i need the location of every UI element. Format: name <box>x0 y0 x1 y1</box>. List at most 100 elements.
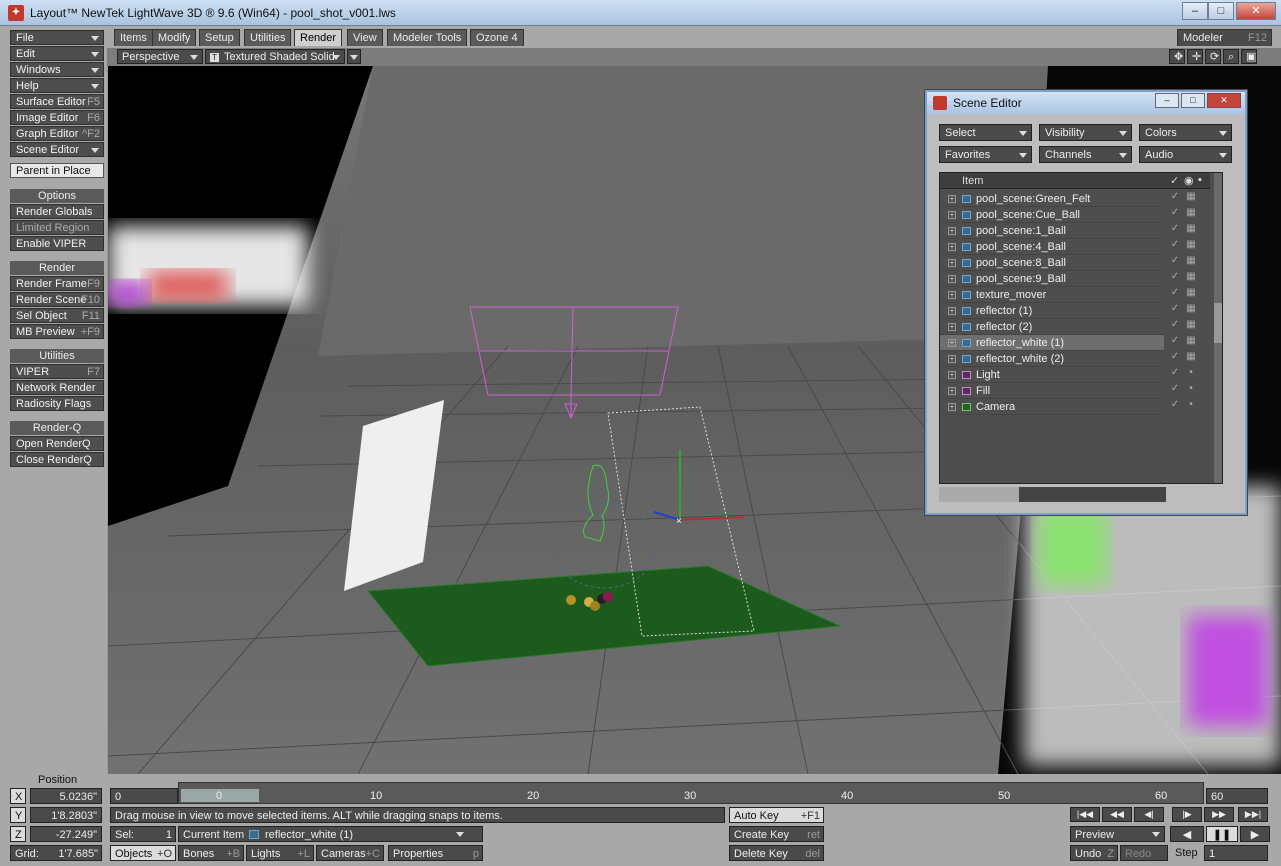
expand-icon[interactable]: + <box>948 355 956 363</box>
expand-icon[interactable]: + <box>948 243 956 251</box>
visible-check-icon[interactable]: ✓ <box>1168 287 1182 302</box>
network-render-button[interactable]: Network Render <box>10 380 104 395</box>
radiosity-flags-button[interactable]: Radiosity Flags <box>10 396 104 411</box>
viper-button[interactable]: VIPER F7 <box>10 364 104 379</box>
render-globals-button[interactable]: Render Globals <box>10 204 104 219</box>
minimize-button[interactable]: – <box>1155 93 1179 108</box>
surface-editor-button[interactable]: Surface Editor F5 <box>10 94 104 109</box>
tab-setup[interactable]: Setup <box>199 29 240 46</box>
z-position-field[interactable]: -27.249" <box>30 826 102 842</box>
list-item[interactable]: + reflector (2) <box>940 319 1164 335</box>
expand-icon[interactable]: + <box>948 307 956 315</box>
expand-icon[interactable]: + <box>948 339 956 347</box>
favorites-dropdown[interactable]: Favorites <box>939 146 1032 163</box>
vertical-scrollbar[interactable] <box>1214 173 1222 483</box>
open-renderq-button[interactable]: Open RenderQ <box>10 436 104 451</box>
expand-icon[interactable]: + <box>948 275 956 283</box>
list-item[interactable]: + Fill <box>940 383 1164 399</box>
sel-object-button[interactable]: Sel Object F11 <box>10 308 104 323</box>
visibility-mode-icon[interactable]: ▦ <box>1184 207 1198 222</box>
list-item[interactable]: + reflector_white (1) <box>940 335 1164 351</box>
scene-editor-button[interactable]: Scene Editor <box>10 142 104 157</box>
lock-icon[interactable]: ▪ <box>1198 174 1202 186</box>
minimize-button[interactable]: – <box>1182 2 1208 20</box>
graph-editor-button[interactable]: Graph Editor ^F2 <box>10 126 104 141</box>
list-item[interactable]: + pool_scene:4_Ball <box>940 239 1164 255</box>
step-field[interactable]: 1 <box>1204 845 1268 861</box>
previous-key-button[interactable]: ◀◀ <box>1102 807 1132 822</box>
colors-dropdown[interactable]: Colors <box>1139 124 1232 141</box>
visibility-mode-icon[interactable]: ▦ <box>1184 351 1198 366</box>
visible-check-icon[interactable]: ✓ <box>1168 367 1182 382</box>
eye-icon[interactable]: ◉ <box>1184 174 1194 187</box>
next-key-button[interactable]: ▶▶ <box>1204 807 1234 822</box>
image-editor-button[interactable]: Image Editor F6 <box>10 110 104 125</box>
channels-dropdown[interactable]: Channels <box>1039 146 1132 163</box>
visible-check-icon[interactable]: ✓ <box>1168 223 1182 238</box>
scroll-thumb[interactable] <box>939 487 1019 502</box>
visibility-mode-icon[interactable]: ▦ <box>1184 191 1198 206</box>
expand-icon[interactable]: + <box>948 371 956 379</box>
expand-icon[interactable]: + <box>948 259 956 267</box>
visibility-mode-icon[interactable]: ▦ <box>1184 223 1198 238</box>
visibility-dropdown[interactable]: Visibility <box>1039 124 1132 141</box>
visibility-mode-icon[interactable]: ▦ <box>1184 271 1198 286</box>
move-view-icon[interactable]: ✥ <box>1169 49 1185 64</box>
enable-viper-button[interactable]: Enable VIPER <box>10 236 104 251</box>
maximize-button[interactable]: □ <box>1181 93 1205 108</box>
list-item[interactable]: + pool_scene:Cue_Ball <box>940 207 1164 223</box>
preview-dropdown[interactable]: Preview <box>1070 826 1165 842</box>
expand-icon[interactable]: + <box>948 195 956 203</box>
edit-menu[interactable]: Edit <box>10 46 104 61</box>
list-item[interactable]: + reflector_white (2) <box>940 351 1164 367</box>
close-renderq-button[interactable]: Close RenderQ <box>10 452 104 467</box>
z-axis-toggle[interactable]: Z <box>10 826 26 842</box>
list-item[interactable]: + pool_scene:1_Ball <box>940 223 1164 239</box>
visibility-mode-icon[interactable]: ▦ <box>1184 287 1198 302</box>
limited-region-button[interactable]: Limited Region <box>10 220 104 235</box>
expand-icon[interactable]: + <box>948 291 956 299</box>
visibility-mode-icon[interactable]: ▦ <box>1184 335 1198 350</box>
undo-button[interactable]: Undo Z <box>1070 845 1118 861</box>
timeline-slider[interactable]: 0 10 20 30 40 50 60 <box>178 782 1204 804</box>
scene-editor-titlebar[interactable]: Scene Editor – □ ✕ <box>927 92 1245 114</box>
select-dropdown[interactable]: Select <box>939 124 1032 141</box>
horizontal-scrollbar[interactable] <box>939 487 1166 502</box>
visibility-mode-icon[interactable]: • <box>1184 383 1198 398</box>
expand-icon[interactable]: + <box>948 227 956 235</box>
list-item[interactable]: + pool_scene:8_Ball <box>940 255 1164 271</box>
current-item-dropdown[interactable]: Current Item reflector_white (1) <box>178 826 483 842</box>
scroll-thumb[interactable] <box>1214 303 1222 343</box>
tab-utilities[interactable]: Utilities <box>244 29 292 46</box>
tab-view[interactable]: View <box>347 29 383 46</box>
windows-menu[interactable]: Windows <box>10 62 104 77</box>
audio-dropdown[interactable]: Audio <box>1139 146 1232 163</box>
bones-mode-button[interactable]: Bones +B <box>178 845 244 861</box>
properties-button[interactable]: Properties p <box>388 845 483 861</box>
list-item[interactable]: + Light <box>940 367 1164 383</box>
first-frame-button[interactable]: |◀◀ <box>1070 807 1100 822</box>
tab-items[interactable]: Items <box>114 29 153 46</box>
lights-mode-button[interactable]: Lights +L <box>246 845 314 861</box>
maximize-button[interactable]: □ <box>1208 2 1234 20</box>
visible-check-icon[interactable]: ✓ <box>1170 174 1179 187</box>
visible-check-icon[interactable]: ✓ <box>1168 335 1182 350</box>
list-item[interactable]: + texture_mover <box>940 287 1164 303</box>
start-frame-field[interactable]: 0 <box>110 788 178 804</box>
visibility-mode-icon[interactable]: • <box>1184 399 1198 414</box>
file-menu[interactable]: File <box>10 30 104 45</box>
render-mode-dropdown[interactable]: T Textured Shaded Solid <box>205 49 345 64</box>
cameras-mode-button[interactable]: Cameras +C <box>316 845 384 861</box>
x-axis-toggle[interactable]: X <box>10 788 26 804</box>
visible-check-icon[interactable]: ✓ <box>1168 319 1182 334</box>
visibility-mode-icon[interactable]: ▦ <box>1184 255 1198 270</box>
modeler-button[interactable]: Modeler F12 <box>1177 29 1272 46</box>
play-forward-button[interactable]: ▶ <box>1240 826 1270 842</box>
pause-button[interactable]: ❚❚ <box>1206 826 1238 842</box>
auto-key-button[interactable]: Auto Key +F1 <box>729 807 824 823</box>
zoom-view-icon[interactable]: ⌕ <box>1223 49 1239 64</box>
play-reverse-button[interactable]: ◀ <box>1170 826 1204 842</box>
tab-ozone-4[interactable]: Ozone 4 <box>470 29 524 46</box>
visible-check-icon[interactable]: ✓ <box>1168 351 1182 366</box>
expand-icon[interactable]: + <box>948 387 956 395</box>
